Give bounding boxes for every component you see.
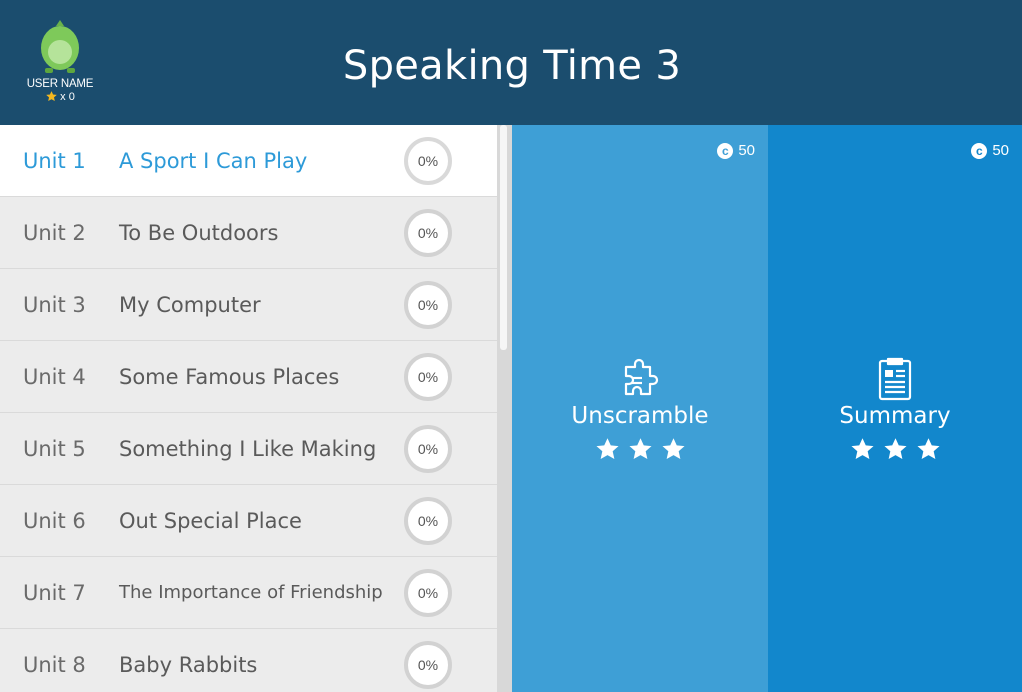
summary-activity-card[interactable]: c 50 Summary <box>768 125 1022 692</box>
coin-reward: c 50 <box>971 142 1009 159</box>
app-header: USER NAME x 0 Speaking Time 3 <box>0 0 1022 125</box>
unit-number: Unit 4 <box>23 365 86 389</box>
unit-number: Unit 1 <box>23 149 86 173</box>
user-star-count: x 0 <box>18 90 102 103</box>
star-rating <box>768 436 1022 463</box>
unit-number: Unit 3 <box>23 293 86 317</box>
unit-number: Unit 2 <box>23 221 86 245</box>
puzzle-piece-icon <box>624 358 659 396</box>
coin-icon: c <box>717 142 734 159</box>
unit-number: Unit 6 <box>23 509 86 533</box>
progress-circle: 0% <box>404 137 452 185</box>
unit-row-7[interactable]: Unit 7 The Importance of Friendship 0% <box>0 557 497 629</box>
scrollbar-thumb[interactable] <box>500 125 507 350</box>
coin-icon: c <box>971 142 988 159</box>
star-icon <box>661 438 685 459</box>
clipboard-document-icon <box>878 357 912 401</box>
unit-title: Something I Like Making <box>119 437 377 461</box>
progress-circle: 0% <box>404 353 452 401</box>
star-icon <box>595 438 619 459</box>
unit-row-4[interactable]: Unit 4 Some Famous Places 0% <box>0 341 497 413</box>
progress-circle: 0% <box>404 425 452 473</box>
unit-list-scrollbar[interactable] <box>497 125 512 692</box>
star-icon <box>916 438 940 459</box>
unit-title: To Be Outdoors <box>119 221 279 245</box>
unit-title: Out Special Place <box>119 509 302 533</box>
unit-row-1[interactable]: Unit 1 A Sport I Can Play 0% <box>0 125 497 197</box>
progress-circle: 0% <box>404 209 452 257</box>
progress-circle: 0% <box>404 497 452 545</box>
star-icon <box>46 91 57 102</box>
progress-circle: 0% <box>404 569 452 617</box>
unscramble-activity-card[interactable]: c 50 Unscramble <box>512 125 768 692</box>
unit-number: Unit 5 <box>23 437 86 461</box>
page-title: Speaking Time 3 <box>342 43 682 89</box>
unit-number: Unit 7 <box>23 581 86 605</box>
coin-amount: 50 <box>738 142 755 159</box>
unit-row-3[interactable]: Unit 3 My Computer 0% <box>0 269 497 341</box>
unit-row-5[interactable]: Unit 5 Something I Like Making 0% <box>0 413 497 485</box>
progress-circle: 0% <box>404 281 452 329</box>
unit-number: Unit 8 <box>23 653 86 677</box>
unit-list: Unit 1 A Sport I Can Play 0% Unit 2 To B… <box>0 125 497 692</box>
activity-label: Summary <box>839 403 951 429</box>
unit-row-6[interactable]: Unit 6 Out Special Place 0% <box>0 485 497 557</box>
unit-title: Some Famous Places <box>119 365 340 389</box>
user-profile[interactable]: USER NAME x 0 <box>18 18 102 103</box>
unit-title: A Sport I Can Play <box>119 149 308 173</box>
coin-amount: 50 <box>992 142 1009 159</box>
star-count-label: x 0 <box>60 90 75 103</box>
dinosaur-egg-mascot-icon <box>41 20 79 73</box>
star-rating <box>512 436 768 463</box>
unit-title: Baby Rabbits <box>119 653 258 677</box>
unit-title: The Importance of Friendship <box>119 582 383 603</box>
activity-label: Unscramble <box>571 403 709 429</box>
unit-row-8[interactable]: Unit 8 Baby Rabbits 0% <box>0 629 497 692</box>
star-icon <box>628 438 652 459</box>
progress-circle: 0% <box>404 641 452 689</box>
unit-title: My Computer <box>119 293 261 317</box>
star-icon <box>850 438 874 459</box>
star-icon <box>883 438 907 459</box>
coin-reward: c 50 <box>717 142 755 159</box>
unit-row-2[interactable]: Unit 2 To Be Outdoors 0% <box>0 197 497 269</box>
user-name-label: USER NAME <box>26 78 94 90</box>
